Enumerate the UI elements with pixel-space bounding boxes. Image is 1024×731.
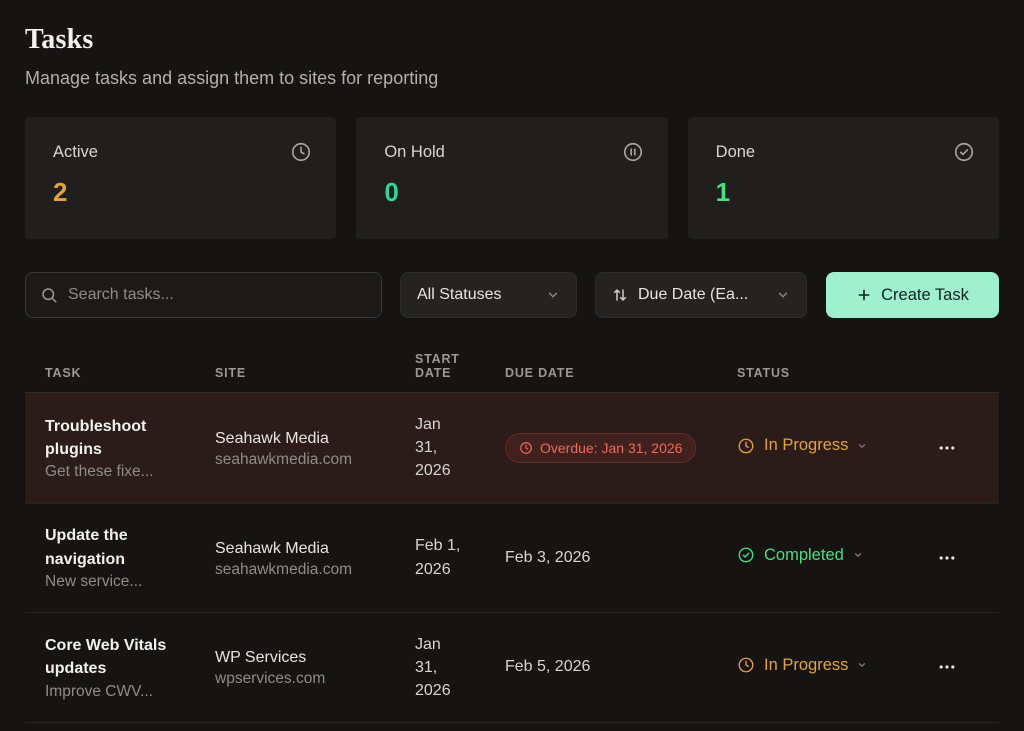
- check-circle-icon: [953, 141, 975, 163]
- chevron-down-icon: [546, 288, 560, 302]
- column-header-due-date: DUE DATE: [505, 366, 575, 380]
- overdue-clock-icon: [520, 441, 532, 454]
- start-date: Feb 1, 2026: [415, 537, 461, 578]
- tasks-table: TASK SITE START DATE DUE DATE STATUS Tro…: [25, 344, 999, 724]
- ellipsis-icon: [939, 446, 955, 450]
- ellipsis-icon: [939, 555, 955, 560]
- status-label: In Progress: [764, 655, 849, 674]
- stat-value: 2: [53, 177, 68, 207]
- due-date-cell: Overdue: Jan 31, 2026: [505, 432, 737, 463]
- site-cell: Seahawk Media seahawkmedia.com: [215, 537, 415, 579]
- create-task-label: Create Task: [881, 285, 969, 304]
- clock-icon: [738, 438, 754, 453]
- column-header-start-date: START DATE: [415, 352, 460, 380]
- toolbar: All Statuses Due Date (Ea... Create Task: [25, 272, 999, 318]
- status-filter-value: All Statuses: [417, 286, 502, 303]
- stat-value: 0: [384, 177, 399, 207]
- column-header-site: SITE: [215, 366, 246, 380]
- site-domain: seahawkmedia.com: [215, 560, 352, 578]
- status-dropdown[interactable]: In Progress: [737, 656, 867, 675]
- status-cell: Completed: [737, 546, 931, 570]
- task-title: Troubleshoot plugins: [45, 417, 147, 458]
- stat-cards: Active 2 On Hold 0 Done 1: [25, 117, 999, 239]
- chevron-down-icon: [857, 441, 867, 451]
- due-date: Feb 3, 2026: [505, 548, 591, 566]
- task-cell: Core Web Vitals updates Improve CWV...: [45, 634, 215, 700]
- status-dropdown[interactable]: Completed: [737, 546, 863, 565]
- start-date: Jan 31, 2026: [415, 635, 451, 699]
- chevron-down-icon: [776, 288, 790, 302]
- site-cell: WP Services wpservices.com: [215, 646, 415, 688]
- check-circle-icon: [738, 547, 754, 563]
- tasks-page: Tasks Manage tasks and assign them to si…: [0, 0, 1024, 724]
- site-name: WP Services: [215, 649, 307, 667]
- overdue-badge: Overdue: Jan 31, 2026: [505, 432, 697, 463]
- chevron-down-icon: [857, 660, 867, 670]
- start-date: Jan 31, 2026: [415, 416, 451, 480]
- due-date: Feb 5, 2026: [505, 658, 591, 676]
- table-row[interactable]: Troubleshoot plugins Get these fixe... S…: [25, 393, 999, 504]
- clock-icon: [738, 657, 754, 673]
- status-cell: In Progress: [737, 436, 931, 460]
- column-header-status: STATUS: [737, 366, 790, 380]
- task-description: Improve CWV...: [45, 682, 153, 700]
- status-cell: In Progress: [737, 656, 931, 680]
- search-box: [25, 272, 382, 318]
- table-header-row: TASK SITE START DATE DUE DATE STATUS: [25, 344, 999, 393]
- search-icon: [42, 288, 57, 303]
- search-input[interactable]: [68, 286, 367, 304]
- stat-label: Done: [715, 142, 756, 161]
- stat-label: Active: [53, 142, 98, 161]
- row-menu-button[interactable]: [931, 542, 963, 574]
- stat-label: On Hold: [384, 142, 445, 161]
- actions-cell: [931, 651, 981, 683]
- actions-cell: [931, 542, 981, 574]
- task-description: New service...: [45, 572, 143, 590]
- page-title: Tasks: [25, 24, 94, 55]
- status-label: In Progress: [764, 436, 849, 455]
- row-menu-button[interactable]: [931, 432, 963, 464]
- site-cell: Seahawk Media seahawkmedia.com: [215, 427, 415, 469]
- column-header-task: TASK: [45, 366, 82, 380]
- stat-value: 1: [715, 177, 731, 207]
- task-title: Core Web Vitals updates: [45, 637, 167, 678]
- status-filter-select[interactable]: All Statuses: [400, 272, 577, 318]
- task-description: Get these fixe...: [45, 462, 154, 480]
- row-menu-button[interactable]: [931, 651, 963, 683]
- site-domain: wpservices.com: [215, 670, 326, 688]
- pause-circle-icon: [622, 141, 644, 163]
- stat-card-on-hold: On Hold 0: [356, 117, 668, 239]
- plus-icon: [858, 289, 870, 301]
- site-name: Seahawk Media: [215, 539, 329, 557]
- stat-card-done: Done 1: [687, 117, 999, 239]
- ellipsis-icon: [939, 665, 955, 669]
- overdue-label: Overdue: Jan 31, 2026: [540, 439, 683, 456]
- sort-value: Due Date (Ea...: [638, 286, 749, 303]
- site-domain: seahawkmedia.com: [215, 450, 352, 468]
- site-name: Seahawk Media: [215, 429, 329, 447]
- task-title: Update the navigation: [45, 527, 128, 568]
- page-subtitle: Manage tasks and assign them to sites fo…: [25, 68, 439, 88]
- sort-select[interactable]: Due Date (Ea...: [595, 272, 807, 318]
- sort-arrows-icon: [612, 287, 628, 303]
- clock-icon: [290, 141, 312, 163]
- status-dropdown[interactable]: In Progress: [737, 436, 867, 455]
- chevron-down-icon: [853, 550, 863, 560]
- create-task-button[interactable]: Create Task: [826, 272, 999, 318]
- actions-cell: [931, 432, 981, 464]
- stat-card-active: Active 2: [25, 117, 337, 239]
- task-cell: Update the navigation New service...: [45, 524, 215, 590]
- table-row[interactable]: Update the navigation New service... Sea…: [25, 504, 999, 613]
- task-cell: Troubleshoot plugins Get these fixe...: [45, 415, 215, 481]
- status-label: Completed: [764, 545, 844, 564]
- table-row[interactable]: Core Web Vitals updates Improve CWV... W…: [25, 613, 999, 724]
